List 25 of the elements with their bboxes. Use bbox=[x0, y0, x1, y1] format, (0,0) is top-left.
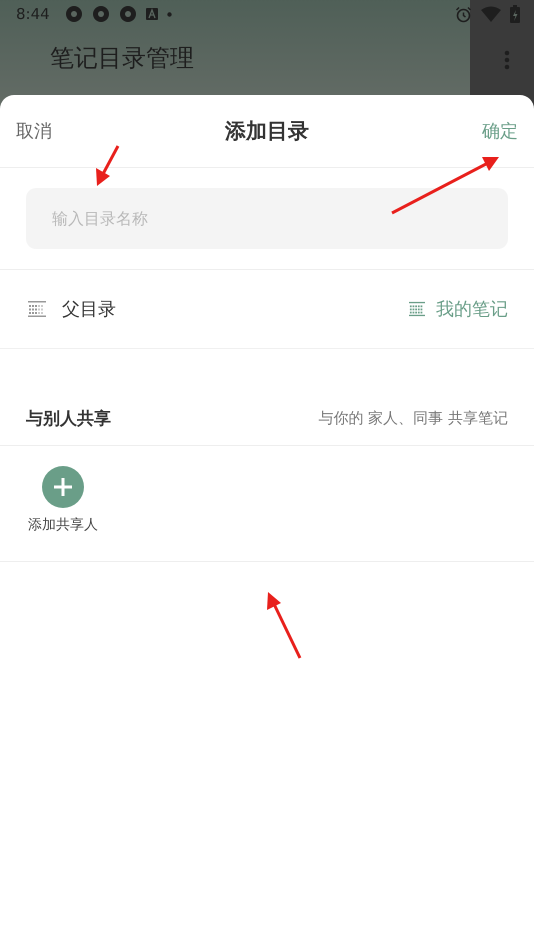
dot-icon bbox=[166, 12, 172, 16]
parent-directory-label: 父目录 bbox=[62, 298, 116, 321]
section-hint: 与你的 家人、同事 共享笔记 bbox=[318, 408, 508, 428]
battery-icon bbox=[510, 5, 520, 23]
app-notification-icon bbox=[64, 5, 83, 23]
annotation-arrow bbox=[267, 592, 302, 659]
confirm-button[interactable]: 确定 bbox=[482, 119, 518, 143]
plus-icon bbox=[42, 466, 84, 508]
cancel-button[interactable]: 取消 bbox=[16, 119, 52, 143]
add-sharer-button[interactable]: 添加共享人 bbox=[28, 466, 98, 534]
parent-directory-selector[interactable]: 我的笔记 bbox=[409, 297, 508, 321]
annotation-arrow bbox=[96, 145, 120, 186]
name-input-field[interactable]: 输入目录名称 bbox=[26, 188, 508, 249]
wifi-icon bbox=[481, 6, 501, 22]
app-notification-icon bbox=[118, 5, 137, 23]
section-title: 与别人共享 bbox=[26, 408, 111, 430]
folder-list-icon bbox=[409, 301, 425, 317]
sheet-title: 添加目录 bbox=[225, 118, 309, 145]
folder-list-icon bbox=[28, 301, 46, 317]
more-options-icon[interactable] bbox=[504, 50, 510, 70]
page-title: 笔记目录管理 bbox=[50, 43, 195, 74]
app-notification-icon bbox=[92, 5, 110, 23]
keyboard-a-icon bbox=[146, 8, 158, 20]
status-time: 8:44 bbox=[16, 5, 50, 23]
alarm-icon bbox=[455, 6, 472, 22]
